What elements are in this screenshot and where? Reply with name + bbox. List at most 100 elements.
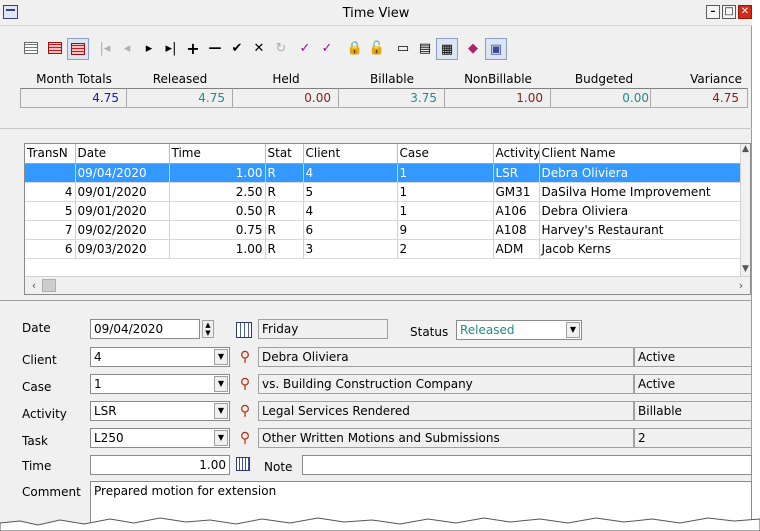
col-header-case[interactable]: Case [397, 144, 494, 164]
form-view-button[interactable]: ▭ [392, 38, 414, 60]
grid-vertical-scrollbar[interactable]: ▲ ▼ [740, 144, 750, 276]
activity-field[interactable]: LSR [90, 401, 230, 421]
case-lookup-icon[interactable]: ⚲ [237, 376, 253, 392]
cell-date: 09/03/2020 [75, 239, 170, 259]
post-edit-button[interactable]: ✔ [226, 38, 248, 60]
list-view-button[interactable]: ▤ [414, 38, 436, 60]
cell-client-name: Jacob Kerns [539, 239, 742, 259]
task-dropdown-icon[interactable]: ▼ [214, 430, 228, 446]
case-field[interactable]: 1 [90, 374, 230, 394]
client-dropdown-icon[interactable]: ▼ [214, 349, 228, 365]
cancel-edit-button[interactable]: ✕ [248, 38, 270, 60]
client-field[interactable]: 4 [90, 347, 230, 367]
unlock-button[interactable]: 🔓 [366, 38, 388, 60]
cell-client: 6 [303, 220, 398, 240]
scroll-thumb[interactable] [42, 279, 56, 292]
cell-stat: R [265, 220, 304, 240]
activity-lookup-icon[interactable]: ⚲ [237, 403, 253, 419]
toolbar: |◂ ◂ ▸ ▸| + — ✔ ✕ ↻ ✓ ✓ 🔒 🔓 ▭ ▤ ▦ ◆ ▣ [0, 38, 752, 62]
splitter[interactable] [0, 300, 752, 301]
status-label: Status [410, 325, 449, 339]
total-variance: Variance 4.75 [650, 70, 748, 108]
activity-dropdown-icon[interactable]: ▼ [214, 403, 228, 419]
last-record-icon: ▸| [165, 41, 177, 56]
lock-button[interactable]: 🔒 [344, 38, 366, 60]
add-record-button[interactable]: + [182, 38, 204, 60]
time-label: Time [22, 459, 52, 473]
col-header-trans[interactable]: TransN [25, 144, 76, 164]
synonym-icon: ✓ [321, 41, 333, 56]
col-header-client-name[interactable]: Client Name [539, 144, 742, 164]
client-lookup-icon[interactable]: ⚲ [237, 349, 253, 365]
cell-date: 09/01/2020 [75, 201, 170, 221]
title-bar: Time View – □ ✕ [0, 0, 752, 26]
date-spinner[interactable]: ▲ ▼ [202, 320, 214, 338]
scroll-down-icon[interactable]: ▼ [741, 264, 750, 274]
prev-record-button[interactable]: ◂ [116, 38, 138, 60]
col-header-activity[interactable]: Activity [493, 144, 540, 164]
window-title: Time View [342, 6, 410, 21]
spellcheck-icon: ✓ [299, 41, 311, 56]
cell-date: 09/02/2020 [75, 220, 170, 240]
status-dropdown-icon[interactable]: ▼ [566, 322, 580, 338]
minimize-button[interactable]: – [706, 5, 720, 19]
calendar-icon[interactable] [236, 322, 252, 338]
last-record-button[interactable]: ▸| [160, 38, 182, 60]
table-row[interactable]: 09/04/2020 1.00 R 4 1 LSR Debra Oliviera [25, 163, 742, 183]
grid-view-button[interactable] [20, 38, 42, 60]
task-label: Task [22, 434, 48, 448]
note-field[interactable] [302, 455, 752, 475]
table-row[interactable]: 5 09/01/2020 0.50 R 4 1 A106 Debra Olivi… [25, 201, 742, 221]
task-lookup-icon[interactable]: ⚲ [237, 430, 253, 446]
col-header-time[interactable]: Time [169, 144, 266, 164]
col-header-client[interactable]: Client [303, 144, 398, 164]
close-button[interactable]: ✕ [738, 5, 752, 19]
grid-active-button[interactable] [67, 38, 89, 60]
table-row[interactable]: 4 09/01/2020 2.50 R 5 1 GM31 DaSilva Hom… [25, 182, 742, 202]
col-header-date[interactable]: Date [75, 144, 170, 164]
total-released-value: 4.75 [126, 88, 234, 108]
total-released-label: Released [152, 72, 208, 86]
case-dropdown-icon[interactable]: ▼ [214, 376, 228, 392]
cell-time: 2.50 [169, 182, 266, 202]
book-button[interactable]: ◆ [462, 38, 484, 60]
cell-client-name: DaSilva Home Improvement [539, 182, 742, 202]
table-row[interactable]: 6 09/03/2020 1.00 R 3 2 ADM Jacob Kerns [25, 239, 742, 259]
task-field[interactable]: L250 [90, 428, 230, 448]
synonym-button[interactable]: ✓ [316, 38, 338, 60]
cell-trans: 7 [25, 220, 76, 240]
total-billable-label: Billable [370, 72, 414, 86]
total-held-label: Held [272, 72, 300, 86]
cell-activity: GM31 [493, 182, 540, 202]
total-nonbillable-value: 1.00 [444, 88, 552, 108]
spellcheck-button[interactable]: ✓ [294, 38, 316, 60]
scroll-right-icon[interactable]: › [733, 278, 749, 293]
split-view-button[interactable]: ▦ [436, 38, 458, 60]
total-variance-value: 4.75 [650, 88, 748, 108]
status-select[interactable]: Released [456, 320, 582, 340]
maximize-button[interactable]: □ [722, 5, 736, 19]
cell-case: 2 [397, 239, 494, 259]
grid-horizontal-scrollbar[interactable]: ‹ › [25, 276, 750, 294]
time-entries-grid[interactable]: TransN Date Time Stat Client Case Activi… [24, 143, 751, 295]
scroll-left-icon[interactable]: ‹ [26, 278, 42, 293]
date-field[interactable]: 09/04/2020 [90, 319, 200, 339]
cell-trans: 6 [25, 239, 76, 259]
col-header-stat[interactable]: Stat [265, 144, 304, 164]
delete-record-button[interactable]: — [204, 38, 226, 60]
cell-trans: 4 [25, 182, 76, 202]
cell-time: 1.00 [169, 239, 266, 259]
grid-header-row: TransN Date Time Stat Client Case Activi… [25, 144, 742, 164]
scroll-up-icon[interactable]: ▲ [741, 144, 750, 154]
grid-red-button[interactable] [44, 38, 66, 60]
next-record-button[interactable]: ▸ [138, 38, 160, 60]
timer-icon[interactable] [236, 457, 250, 471]
post-edit-icon: ✔ [231, 41, 243, 56]
cell-time: 0.75 [169, 220, 266, 240]
report-button[interactable]: ▣ [485, 38, 507, 60]
refresh-button[interactable]: ↻ [270, 38, 292, 60]
time-field[interactable]: 1.00 [90, 455, 230, 475]
table-row[interactable]: 7 09/02/2020 0.75 R 6 9 A108 Harvey's Re… [25, 220, 742, 240]
first-record-button[interactable]: |◂ [94, 38, 116, 60]
task-name-field: Other Written Motions and Submissions [258, 428, 634, 448]
